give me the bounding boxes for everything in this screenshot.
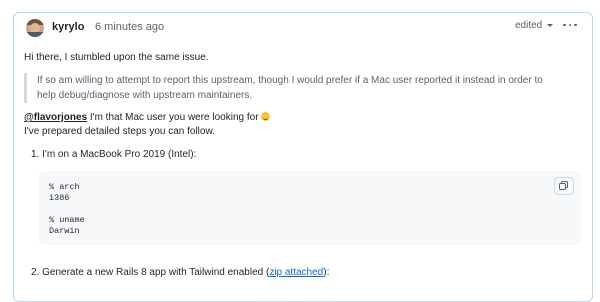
edited-label: edited [515, 20, 543, 31]
user-mention-link[interactable]: @flavorjones [24, 112, 87, 123]
kebab-menu-icon[interactable] [560, 18, 580, 32]
list-item-text-after: ): [323, 267, 330, 278]
list-number: 2. [31, 267, 40, 278]
intro-paragraph: Hi there, I stumbled upon the same issue… [24, 52, 209, 63]
prepared-paragraph: I've prepared detailed steps you can fol… [24, 126, 215, 137]
user-avatar[interactable] [26, 19, 44, 37]
mention-paragraph: @flavorjones I'm that Mac user you were … [24, 111, 271, 125]
list-number: 1. [31, 149, 40, 160]
zip-attached-link[interactable]: zip attached [269, 267, 323, 278]
edited-dropdown[interactable]: edited [515, 20, 554, 31]
smile-emoji-icon [261, 112, 271, 121]
comment-header: kyrylo 6 minutes ago edited [14, 13, 592, 43]
list-item-text: I'm on a MacBook Pro 2019 (Intel): [42, 149, 197, 160]
blockquote: If so am willing to attempt to report th… [24, 73, 562, 103]
code-content: % arch i386 % uname Darwin [49, 182, 85, 236]
copy-button[interactable] [554, 177, 574, 195]
mention-text: I'm that Mac user you were looking for [87, 112, 262, 123]
author-name[interactable]: kyrylo [52, 21, 84, 33]
list-item: 1. I'm on a MacBook Pro 2019 (Intel): [31, 149, 196, 160]
list-item-text-before: Generate a new Rails 8 app with Tailwind… [42, 267, 270, 278]
copy-icon [559, 181, 568, 190]
list-item: 2. Generate a new Rails 8 app with Tailw… [31, 267, 329, 278]
chevron-down-icon [547, 24, 554, 27]
comment-timestamp[interactable]: 6 minutes ago [95, 21, 164, 33]
code-block: % arch i386 % uname Darwin [39, 171, 581, 245]
comment-container: kyrylo 6 minutes ago edited Hi there, I … [13, 12, 593, 302]
